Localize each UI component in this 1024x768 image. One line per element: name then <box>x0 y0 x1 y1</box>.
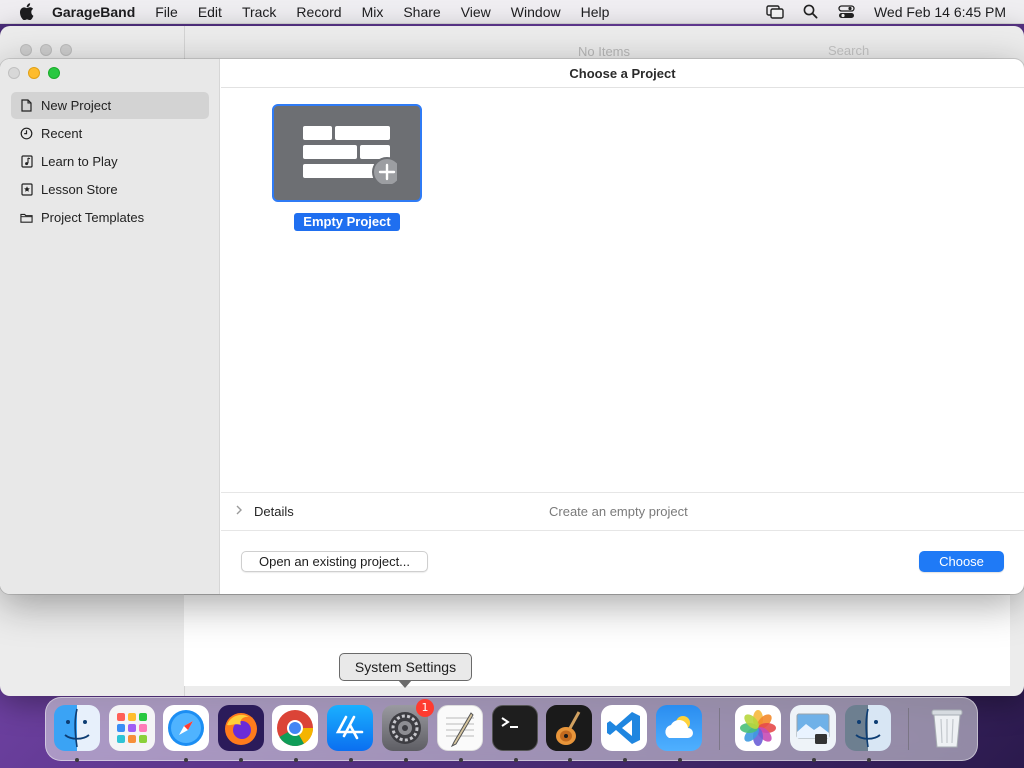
sidebar-item-label: Lesson Store <box>41 182 118 197</box>
sidebar-item-learn-to-play[interactable]: Learn to Play <box>11 148 209 175</box>
bg-minimize-button[interactable] <box>40 44 52 56</box>
bg-zoom-button[interactable] <box>60 44 72 56</box>
dock-finder-secondary-icon[interactable] <box>845 705 891 751</box>
spotlight-search-icon[interactable] <box>802 4 820 19</box>
dock-system-settings-icon[interactable]: 1 <box>382 699 434 751</box>
dock-running-indicator <box>239 758 243 762</box>
dock-textedit-icon[interactable] <box>437 705 483 751</box>
dock-vscode-icon[interactable] <box>601 705 647 751</box>
menu-file[interactable]: File <box>145 4 188 20</box>
menu-edit[interactable]: Edit <box>188 4 232 20</box>
choose-button[interactable]: Choose <box>919 551 1004 572</box>
details-label[interactable]: Details <box>254 504 294 519</box>
menu-clock[interactable]: Wed Feb 14 6:45 PM <box>874 4 1006 20</box>
dock-separator <box>908 708 909 750</box>
dock-weather-icon[interactable] <box>656 705 702 751</box>
dock: 1 <box>45 697 978 762</box>
dock-preview-icon[interactable] <box>790 705 836 751</box>
dock-running-indicator <box>184 758 188 762</box>
folder-icon <box>20 211 33 224</box>
close-button[interactable] <box>8 67 20 79</box>
main-panel: Choose a Project Empty Project Details C… <box>221 59 1024 594</box>
open-existing-project-button[interactable]: Open an existing project... <box>241 551 428 572</box>
menu-view[interactable]: View <box>451 4 501 20</box>
background-window-controls <box>20 44 72 56</box>
menu-record[interactable]: Record <box>286 4 351 20</box>
dock-running-indicator <box>568 758 572 762</box>
background-status-text: No Items <box>578 44 631 59</box>
dock-running-indicator <box>812 758 816 762</box>
dock-tooltip: System Settings <box>339 653 472 681</box>
bg-close-button[interactable] <box>20 44 32 56</box>
dock-terminal-icon[interactable] <box>492 705 538 751</box>
control-center-icon[interactable] <box>838 4 856 19</box>
dock-safari-icon[interactable] <box>163 705 209 751</box>
notification-badge: 1 <box>416 699 434 717</box>
chevron-right-icon[interactable] <box>235 505 245 518</box>
empty-project-icon <box>303 126 397 184</box>
document-icon <box>20 99 33 112</box>
dock-photos-icon[interactable] <box>735 705 781 751</box>
dock-trash-icon[interactable] <box>924 705 970 751</box>
menu-share[interactable]: Share <box>393 4 450 20</box>
dock-running-indicator <box>75 758 79 762</box>
dock-running-indicator <box>623 758 627 762</box>
background-content-area <box>184 594 1010 686</box>
dock-running-indicator <box>404 758 408 762</box>
menu-help[interactable]: Help <box>571 4 620 20</box>
dock-running-indicator <box>459 758 463 762</box>
dock-separator <box>719 708 720 750</box>
sidebar-item-label: Project Templates <box>41 210 145 225</box>
sidebar-item-label: New Project <box>41 98 112 113</box>
dock-finder-icon[interactable] <box>54 705 100 751</box>
dock-garageband-icon[interactable] <box>546 705 592 751</box>
menu-window[interactable]: Window <box>501 4 571 20</box>
zoom-button[interactable] <box>48 67 60 79</box>
choose-project-window: New Project Recent Learn to Play Lesson … <box>0 59 1024 594</box>
sidebar-item-project-templates[interactable]: Project Templates <box>11 204 209 231</box>
dock-launchpad-icon[interactable] <box>109 705 155 751</box>
dock-running-indicator <box>867 758 871 762</box>
apple-menu-icon[interactable] <box>0 3 52 20</box>
menu-app-name[interactable]: GarageBand <box>52 4 145 20</box>
details-description: Create an empty project <box>549 504 688 519</box>
details-bar: Details Create an empty project <box>221 492 1024 531</box>
screen-mirroring-icon[interactable] <box>766 4 784 19</box>
sidebar-item-label: Learn to Play <box>41 154 118 169</box>
window-controls <box>8 67 60 79</box>
dock-running-indicator <box>678 758 682 762</box>
tooltip-arrow <box>398 680 412 688</box>
dock-running-indicator <box>294 758 298 762</box>
window-title: Choose a Project <box>221 59 1024 88</box>
dock-running-indicator <box>349 758 353 762</box>
menu-track[interactable]: Track <box>232 4 286 20</box>
clock-icon <box>20 127 33 140</box>
star-icon <box>20 183 33 196</box>
dock-running-indicator <box>514 758 518 762</box>
sidebar-item-label: Recent <box>41 126 83 141</box>
music-note-icon <box>20 155 33 168</box>
dock-chrome-icon[interactable] <box>272 705 318 751</box>
minimize-button[interactable] <box>28 67 40 79</box>
sidebar-item-recent[interactable]: Recent <box>11 120 209 147</box>
sidebar-item-new-project[interactable]: New Project <box>11 92 209 119</box>
sidebar-list: New Project Recent Learn to Play Lesson … <box>11 92 209 232</box>
sidebar-item-lesson-store[interactable]: Lesson Store <box>11 176 209 203</box>
empty-project-tile[interactable] <box>272 104 422 202</box>
menu-bar: GarageBand File Edit Track Record Mix Sh… <box>0 0 1024 24</box>
dock-firefox-icon[interactable] <box>218 705 264 751</box>
menu-mix[interactable]: Mix <box>352 4 394 20</box>
sidebar: New Project Recent Learn to Play Lesson … <box>0 59 220 594</box>
dock-app-store-icon[interactable] <box>327 705 373 751</box>
empty-project-label[interactable]: Empty Project <box>294 213 400 231</box>
